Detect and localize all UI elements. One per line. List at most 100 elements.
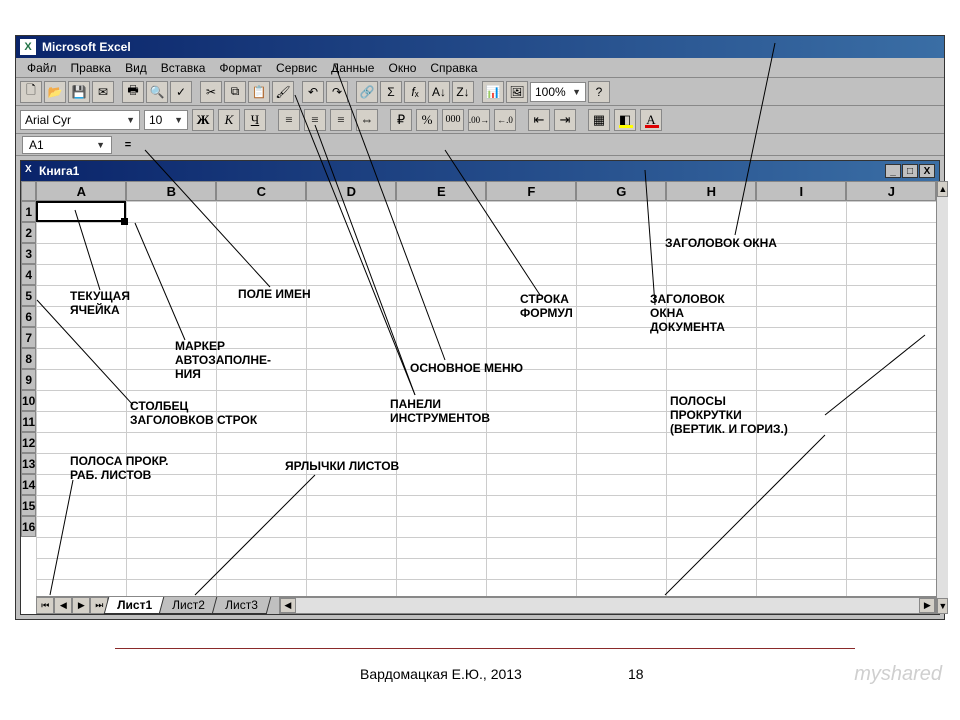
workbook-icon: X <box>25 164 39 178</box>
column-header[interactable]: G <box>576 181 666 201</box>
help-icon[interactable]: ? <box>588 81 610 103</box>
menu-help[interactable]: Справка <box>423 60 484 76</box>
menu-window[interactable]: Окно <box>381 60 423 76</box>
column-header[interactable]: A <box>36 181 126 201</box>
column-header[interactable]: B <box>126 181 216 201</box>
prev-sheet-button[interactable]: ◀ <box>54 597 72 614</box>
column-header[interactable]: C <box>216 181 306 201</box>
row-header[interactable]: 14 <box>21 474 36 495</box>
format-painter-icon[interactable]: 🖌 <box>272 81 294 103</box>
column-header[interactable]: D <box>306 181 396 201</box>
row-header[interactable]: 9 <box>21 369 36 390</box>
drawing-icon[interactable]: 🖼 <box>506 81 528 103</box>
fill-handle[interactable] <box>121 218 128 225</box>
mail-icon[interactable]: ✉ <box>92 81 114 103</box>
minimize-button[interactable]: _ <box>885 164 901 178</box>
column-header[interactable]: E <box>396 181 486 201</box>
paste-icon[interactable]: 📋 <box>248 81 270 103</box>
function-icon[interactable]: fₓ <box>404 81 426 103</box>
merge-center-icon[interactable]: ⇔ <box>356 109 378 131</box>
row-header[interactable]: 12 <box>21 432 36 453</box>
autosum-icon[interactable]: Σ <box>380 81 402 103</box>
column-header[interactable]: H <box>666 181 756 201</box>
increase-decimal-icon[interactable]: .00→ <box>468 109 490 131</box>
chart-wizard-icon[interactable]: 📊 <box>482 81 504 103</box>
open-icon[interactable]: 📂 <box>44 81 66 103</box>
bold-button[interactable]: Ж <box>192 109 214 131</box>
decrease-decimal-icon[interactable]: ←.0 <box>494 109 516 131</box>
cut-icon[interactable]: ✂ <box>200 81 222 103</box>
row-header[interactable]: 11 <box>21 411 36 432</box>
row-header[interactable]: 6 <box>21 306 36 327</box>
redo-icon[interactable]: ↷ <box>326 81 348 103</box>
increase-indent-icon[interactable]: ⇥ <box>554 109 576 131</box>
menu-file[interactable]: Файл <box>20 60 64 76</box>
italic-button[interactable]: К <box>218 109 240 131</box>
menu-format[interactable]: Формат <box>212 60 269 76</box>
font-name: Arial Cyr <box>25 113 71 127</box>
comma-icon[interactable]: 000 <box>442 109 464 131</box>
row-header[interactable]: 3 <box>21 243 36 264</box>
decrease-indent-icon[interactable]: ⇤ <box>528 109 550 131</box>
font-select[interactable]: Arial Cyr ▼ <box>20 110 140 130</box>
spellcheck-icon[interactable]: ✓ <box>170 81 192 103</box>
align-left-icon[interactable]: ≡ <box>278 109 300 131</box>
close-button[interactable]: X <box>919 164 935 178</box>
column-header[interactable]: I <box>756 181 846 201</box>
zoom-select[interactable]: 100% ▼ <box>530 82 586 102</box>
hyperlink-icon[interactable]: 🔗 <box>356 81 378 103</box>
currency-icon[interactable]: ₽ <box>390 109 412 131</box>
select-all-corner[interactable] <box>21 181 36 201</box>
row-header[interactable]: 5 <box>21 285 36 306</box>
align-right-icon[interactable]: ≡ <box>330 109 352 131</box>
print-icon[interactable]: 🖶 <box>122 81 144 103</box>
name-box[interactable]: A1 ▼ <box>22 136 112 154</box>
menu-tools[interactable]: Сервис <box>269 60 324 76</box>
row-header[interactable]: 15 <box>21 495 36 516</box>
row-header[interactable]: 1 <box>21 201 36 222</box>
font-size-select[interactable]: 10 ▼ <box>144 110 188 130</box>
maximize-button[interactable]: □ <box>902 164 918 178</box>
scroll-right-icon[interactable]: ▶ <box>919 598 935 613</box>
borders-icon[interactable]: ▦ <box>588 109 610 131</box>
percent-icon[interactable]: % <box>416 109 438 131</box>
formula-equals[interactable]: = <box>118 139 138 151</box>
row-header[interactable]: 13 <box>21 453 36 474</box>
sheet-tab[interactable]: Лист2 <box>159 597 218 614</box>
row-header[interactable]: 7 <box>21 327 36 348</box>
menu-edit[interactable]: Правка <box>64 60 119 76</box>
sort-asc-icon[interactable]: A↓ <box>428 81 450 103</box>
first-sheet-button[interactable]: ⏮ <box>36 597 54 614</box>
fill-color-icon[interactable]: ◧ <box>614 109 636 131</box>
row-header[interactable]: 2 <box>21 222 36 243</box>
copy-icon[interactable]: ⧉ <box>224 81 246 103</box>
row-header[interactable]: 8 <box>21 348 36 369</box>
menu-view[interactable]: Вид <box>118 60 154 76</box>
new-icon[interactable]: 🗋 <box>20 81 42 103</box>
column-header[interactable]: J <box>846 181 936 201</box>
menu-data[interactable]: Данные <box>324 60 381 76</box>
scroll-down-icon[interactable]: ▼ <box>937 598 948 614</box>
underline-button[interactable]: Ч <box>244 109 266 131</box>
print-preview-icon[interactable]: 🔍 <box>146 81 168 103</box>
sheet-tab[interactable]: Лист1 <box>104 597 166 614</box>
scroll-up-icon[interactable]: ▲ <box>937 181 948 197</box>
horizontal-scrollbar[interactable]: ◀ ▶ <box>279 597 936 614</box>
row-header[interactable]: 16 <box>21 516 36 537</box>
save-icon[interactable]: 💾 <box>68 81 90 103</box>
font-color-icon[interactable]: A <box>640 109 662 131</box>
sort-desc-icon[interactable]: Z↓ <box>452 81 474 103</box>
row-header[interactable]: 4 <box>21 264 36 285</box>
scroll-left-icon[interactable]: ◀ <box>280 598 296 613</box>
column-header[interactable]: F <box>486 181 576 201</box>
sheet-tab[interactable]: Лист3 <box>212 597 271 614</box>
undo-icon[interactable]: ↶ <box>302 81 324 103</box>
active-cell[interactable] <box>36 201 126 222</box>
workbook-window: X Книга1 _ □ X 1 2 3 4 5 6 7 8 9 10 11 <box>20 160 940 615</box>
row-header[interactable]: 10 <box>21 390 36 411</box>
menu-insert[interactable]: Вставка <box>154 60 213 76</box>
next-sheet-button[interactable]: ▶ <box>72 597 90 614</box>
cells-grid[interactable] <box>36 201 936 596</box>
vertical-scrollbar[interactable]: ▲ ▼ <box>936 181 948 614</box>
align-center-icon[interactable]: ≡ <box>304 109 326 131</box>
